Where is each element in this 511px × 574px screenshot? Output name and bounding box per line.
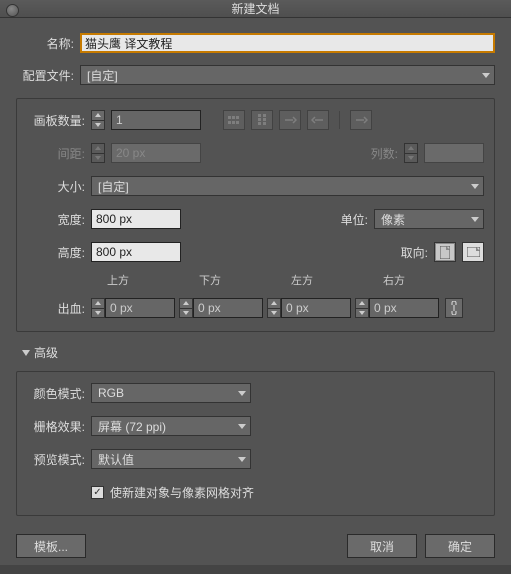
units-select[interactable]: 像素 [374,209,484,229]
artboards-input[interactable] [111,110,201,130]
units-value: 像素 [381,211,405,228]
bleed-headers: 上方 下方 左方 右方 [107,272,484,288]
preview-value: 默认值 [98,451,134,468]
size-label: 大小: [27,178,85,195]
artboards-stepper[interactable] [91,110,105,130]
orientation-landscape-button[interactable] [462,242,484,262]
dialog-title: 新建文档 [231,0,279,17]
bleed-top-label: 上方 [107,272,195,288]
columns-label: 列数: [358,145,398,162]
preview-select[interactable]: 默认值 [91,449,251,469]
bleed-bottom-stepper[interactable] [179,298,193,318]
arrange-grid-col-icon[interactable] [251,110,273,130]
raster-label: 栅格效果: [27,418,85,435]
arrange-rtl-icon[interactable] [350,110,372,130]
bleed-left-input[interactable] [281,298,351,318]
close-icon[interactable] [6,4,19,17]
divider [339,111,340,129]
advanced-toggle[interactable]: 高级 [22,344,495,361]
bleed-right-label: 右方 [383,272,471,288]
columns-input [424,143,484,163]
raster-select[interactable]: 屏幕 (72 ppi) [91,416,251,436]
profile-value: [自定] [87,67,118,84]
spacing-input [111,143,201,163]
height-label: 高度: [27,244,85,261]
dialog-content: 名称: 配置文件: [自定] 画板数量: [0,18,511,526]
spacing-label: 间距: [27,145,85,162]
preview-label: 预览模式: [27,451,85,468]
dialog-footer: 模板... 取消 确定 [0,526,511,574]
artboard-section: 画板数量: 间距: 列数: 大小: [16,98,495,332]
advanced-label: 高级 [34,344,58,361]
align-grid-label: 使新建对象与像素网格对齐 [110,484,254,501]
advanced-section: 颜色模式: RGB 栅格效果: 屏幕 (72 ppi) 预览模式: 默认值 [16,371,495,516]
template-button[interactable]: 模板... [16,534,86,558]
arrange-grid-row-icon[interactable] [223,110,245,130]
bleed-top-input[interactable] [105,298,175,318]
bleed-bottom-label: 下方 [199,272,287,288]
colormode-value: RGB [98,386,124,400]
colormode-select[interactable]: RGB [91,383,251,403]
profile-label: 配置文件: [16,67,74,84]
align-grid-checkbox[interactable]: ✓ [91,486,104,499]
cancel-button[interactable]: 取消 [347,534,417,558]
chevron-down-icon [238,391,246,396]
size-value: [自定] [98,178,129,195]
name-input[interactable] [80,33,495,53]
arrange-row-icon[interactable] [279,110,301,130]
raster-value: 屏幕 (72 ppi) [98,418,166,435]
bleed-right-input[interactable] [369,298,439,318]
ok-button[interactable]: 确定 [425,534,495,558]
titlebar: 新建文档 [0,0,511,18]
width-label: 宽度: [27,211,85,228]
artboards-label: 画板数量: [27,112,85,129]
bleed-label: 出血: [27,300,85,317]
triangle-down-icon [22,350,30,356]
colormode-label: 颜色模式: [27,385,85,402]
bleed-right-stepper[interactable] [355,298,369,318]
bleed-link-button[interactable] [445,298,463,318]
size-select[interactable]: [自定] [91,176,484,196]
bleed-left-label: 左方 [291,272,379,288]
arrange-col-icon[interactable] [307,110,329,130]
name-label: 名称: [16,35,74,52]
bleed-left-stepper[interactable] [267,298,281,318]
bleed-bottom-input[interactable] [193,298,263,318]
profile-select[interactable]: [自定] [80,65,495,85]
chevron-down-icon [471,217,479,222]
columns-stepper [404,143,418,163]
units-label: 单位: [328,211,368,228]
chevron-down-icon [482,73,490,78]
new-document-dialog: 新建文档 名称: 配置文件: [自定] 画板数量: [0,0,511,565]
chevron-down-icon [238,424,246,429]
spacing-stepper [91,143,105,163]
width-input[interactable] [91,209,181,229]
orientation-label: 取向: [388,244,428,261]
bleed-top-stepper[interactable] [91,298,105,318]
chevron-down-icon [238,457,246,462]
height-input[interactable] [91,242,181,262]
chevron-down-icon [471,184,479,189]
orientation-portrait-button[interactable] [434,242,456,262]
